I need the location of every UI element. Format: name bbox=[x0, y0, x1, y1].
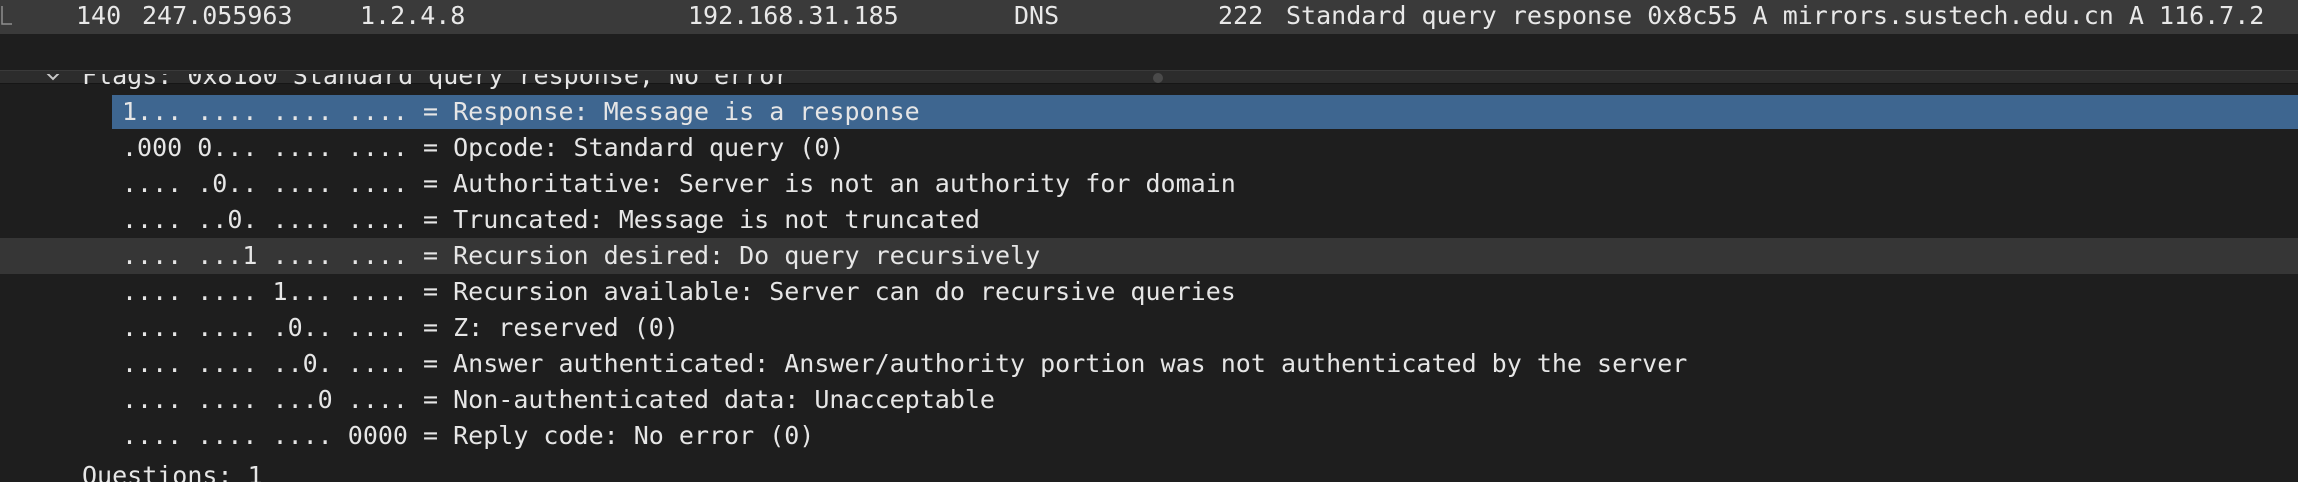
tree-item-flag-reply-code[interactable]: .... .... .... 0000 = Reply code: No err… bbox=[0, 418, 2298, 454]
packet-number: 140 bbox=[76, 1, 122, 30]
flag-line: .... ...1 .... .... = Recursion desired:… bbox=[122, 241, 1041, 270]
flag-line: .... .0.. .... .... = Authoritative: Ser… bbox=[122, 169, 1236, 198]
flag-line: .000 0... .... .... = Opcode: Standard q… bbox=[122, 133, 845, 162]
packet-list-row[interactable]: 140 247.055963 1.2.4.8 192.168.31.185 DN… bbox=[0, 0, 2298, 34]
packet-details-tree: Flags: 0x8180 Standard query response, N… bbox=[0, 74, 2298, 482]
tree-item-flag-z[interactable]: .... .... .0.. .... = Z: reserved (0) bbox=[0, 310, 2298, 346]
packet-list-empty-area bbox=[0, 34, 2298, 70]
packet-info: Standard query response 0x8c55 A mirrors… bbox=[1286, 1, 2265, 30]
tree-item-flag-truncated[interactable]: .... ..0. .... .... = Truncated: Message… bbox=[0, 202, 2298, 238]
related-packet-icon bbox=[1, 6, 12, 25]
packet-destination: 192.168.31.185 bbox=[688, 1, 899, 30]
questions-label: Questions: 1 bbox=[82, 461, 263, 482]
flags-header-label: Flags: 0x8180 Standard query response, N… bbox=[82, 74, 790, 90]
tree-item-questions[interactable]: Questions: 1 bbox=[0, 458, 2298, 482]
packet-length: 222 bbox=[1218, 1, 1264, 30]
tree-item-flag-recursion-available[interactable]: .... .... 1... .... = Recursion availabl… bbox=[0, 274, 2298, 310]
packet-protocol: DNS bbox=[1014, 1, 1060, 30]
tree-item-flag-non-authenticated[interactable]: .... .... ...0 .... = Non-authenticated … bbox=[0, 382, 2298, 418]
flag-line: .... .... ...0 .... = Non-authenticated … bbox=[122, 385, 995, 414]
chevron-down-icon[interactable] bbox=[43, 74, 63, 86]
flag-line: 1... .... .... .... = Response: Message … bbox=[122, 97, 920, 126]
flag-line: .... .... 1... .... = Recursion availabl… bbox=[122, 277, 1236, 306]
flag-line: .... .... .0.. .... = Z: reserved (0) bbox=[122, 313, 679, 342]
flag-line: .... .... ..0. .... = Answer authenticat… bbox=[122, 349, 1688, 378]
flag-line: .... .... .... 0000 = Reply code: No err… bbox=[122, 421, 815, 450]
tree-item-flag-recursion-desired[interactable]: .... ...1 .... .... = Recursion desired:… bbox=[0, 238, 2298, 274]
flag-line: .... ..0. .... .... = Truncated: Message… bbox=[122, 205, 980, 234]
tree-item-flag-authoritative[interactable]: .... .0.. .... .... = Authoritative: Ser… bbox=[0, 166, 2298, 202]
packet-source: 1.2.4.8 bbox=[360, 1, 466, 30]
tree-item-flag-response[interactable]: 1... .... .... .... = Response: Message … bbox=[0, 94, 2298, 130]
tree-item-flag-opcode[interactable]: .000 0... .... .... = Opcode: Standard q… bbox=[0, 130, 2298, 166]
tree-item-flag-answer-authenticated[interactable]: .... .... ..0. .... = Answer authenticat… bbox=[0, 346, 2298, 382]
packet-time: 247.055963 bbox=[142, 1, 293, 30]
tree-item-flags[interactable]: Flags: 0x8180 Standard query response, N… bbox=[0, 74, 2298, 94]
